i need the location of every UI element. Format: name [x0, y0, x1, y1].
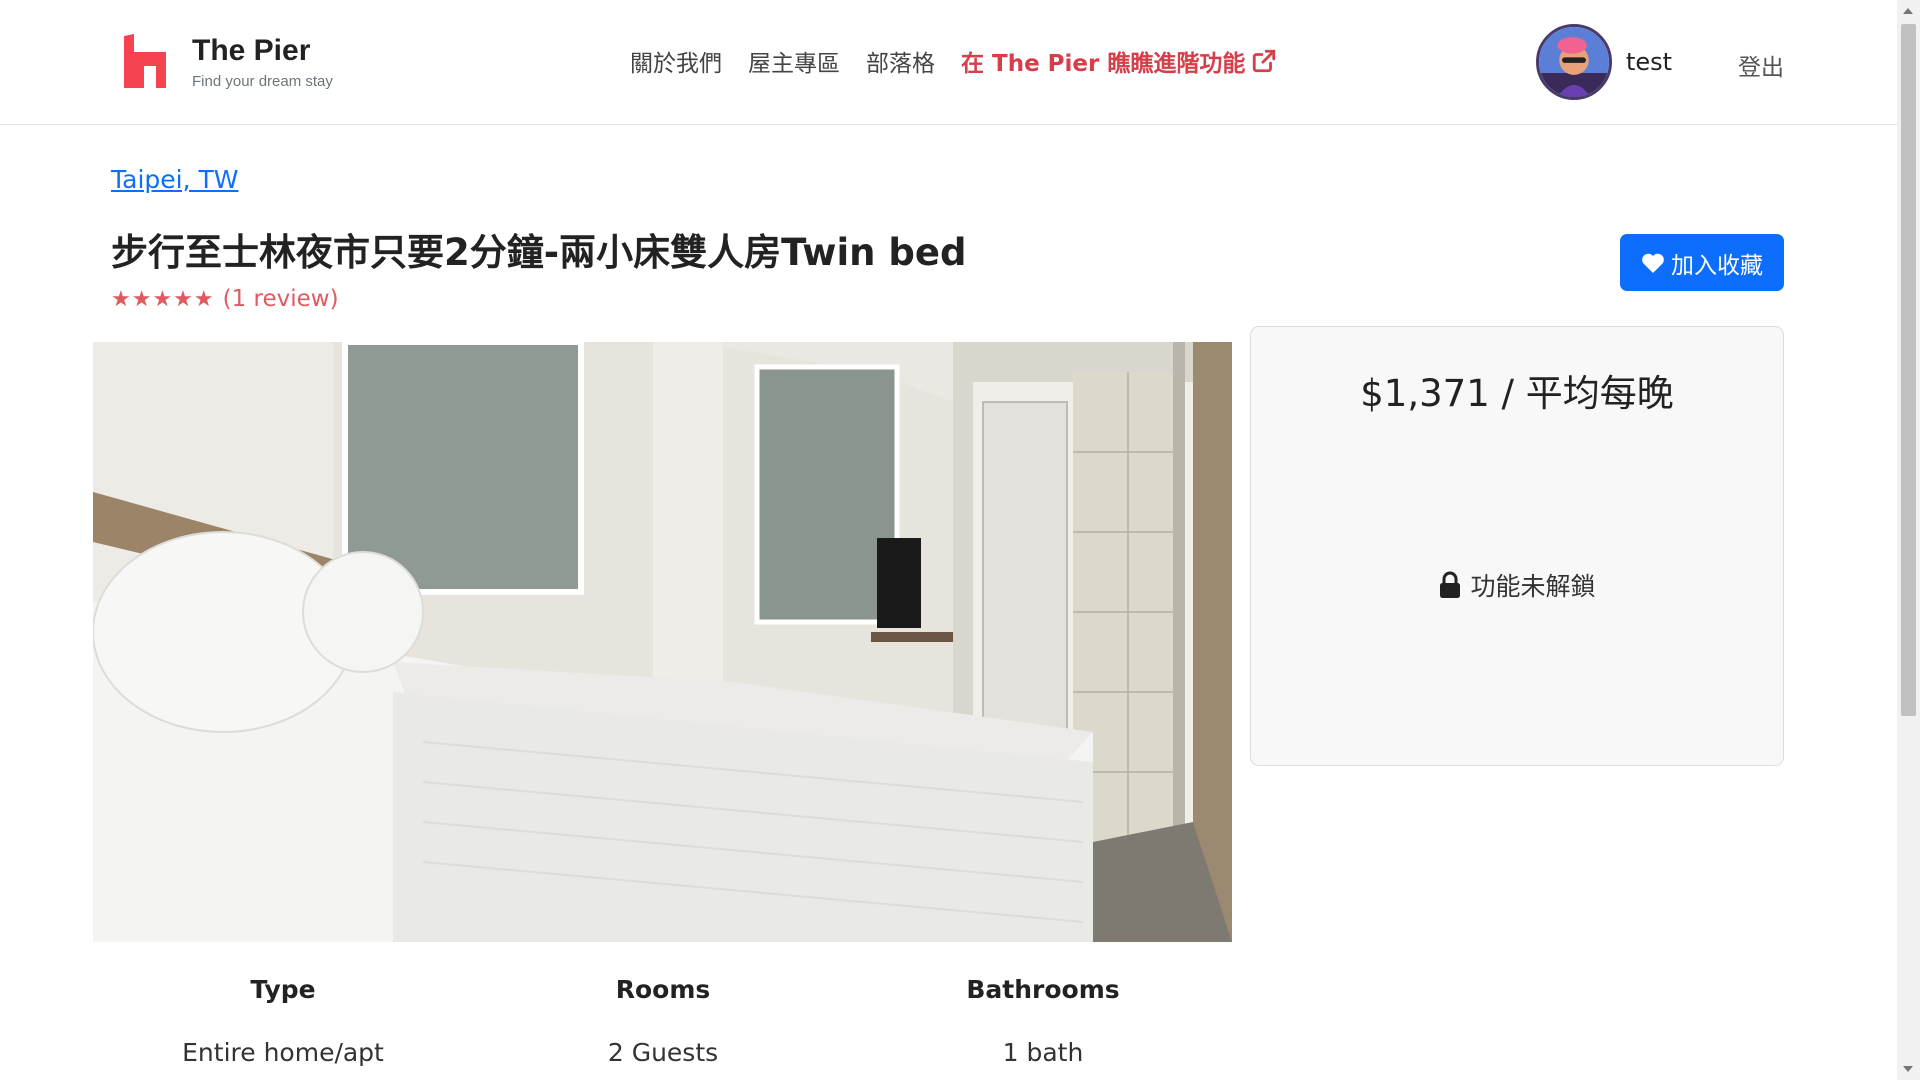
brand-logo-link[interactable]: The Pier Find your dream stay	[122, 34, 333, 90]
stat-label: Type	[250, 975, 316, 1004]
stat-label: Rooms	[615, 975, 711, 1004]
stat-bathrooms: Bathrooms 1 bath	[853, 975, 1233, 1067]
lock-icon	[1440, 571, 1461, 598]
brand-tagline: Find your dream stay	[192, 73, 333, 90]
avatar[interactable]	[1536, 24, 1612, 100]
nav-advanced-features[interactable]: 在 The Pier 瞧瞧進階功能	[961, 44, 1277, 78]
stat-value: 2 Guests	[607, 1038, 719, 1067]
review-count-link[interactable]: (1 review)	[223, 286, 339, 312]
scroll-thumb[interactable]	[1901, 24, 1916, 716]
rating: ★★★★★ (1 review)	[111, 286, 339, 312]
listing-photo[interactable]	[93, 342, 1232, 942]
stat-label: Bathrooms	[966, 975, 1120, 1004]
advanced-features-label: 在 The Pier 瞧瞧進階功能	[961, 51, 1246, 77]
site-header: The Pier Find your dream stay 關於我們 屋主專區 …	[0, 0, 1897, 125]
user-avatar-image	[1539, 27, 1609, 97]
page-scrollbar[interactable]	[1897, 0, 1920, 1080]
logout-link[interactable]: 登出	[1738, 48, 1784, 82]
nav-host-area[interactable]: 屋主專區	[748, 44, 840, 78]
price-card: $1,371 / 平均每晚 功能未解鎖	[1250, 326, 1784, 766]
stat-rooms: Rooms 2 Guests	[473, 975, 853, 1067]
location-link[interactable]: Taipei, TW	[111, 165, 238, 194]
add-to-favorites-button[interactable]: 加入收藏	[1620, 234, 1784, 291]
nav-blog[interactable]: 部落格	[866, 44, 935, 78]
locked-feature: 功能未解鎖	[1251, 567, 1783, 603]
stat-value: 1 bath	[1002, 1038, 1084, 1067]
brand-logo-icon	[124, 34, 166, 88]
user-menu[interactable]: test	[1536, 24, 1672, 100]
room-photo	[93, 342, 1232, 942]
main-nav: 關於我們 屋主專區 部落格 在 The Pier 瞧瞧進階功能	[630, 44, 1277, 78]
stat-value: Entire home/apt	[182, 1038, 384, 1067]
heart-icon	[1642, 253, 1664, 273]
brand-title: The Pier	[192, 34, 311, 67]
username: test	[1626, 48, 1673, 76]
listing-title: 步行至士林夜市只要2分鐘-兩小床雙人房Twin bed	[111, 231, 967, 274]
rating-stars: ★★★★★	[111, 286, 215, 312]
locked-label: 功能未解鎖	[1470, 572, 1596, 601]
price-per-night: $1,371 / 平均每晚	[1360, 372, 1674, 415]
scroll-up-arrow-icon[interactable]	[1903, 8, 1913, 14]
scroll-down-arrow-icon[interactable]	[1903, 1066, 1913, 1072]
external-link-icon	[1253, 49, 1276, 73]
favorite-label: 加入收藏	[1671, 251, 1763, 278]
stat-type: Type Entire home/apt	[93, 975, 473, 1067]
nav-about[interactable]: 關於我們	[630, 44, 722, 78]
